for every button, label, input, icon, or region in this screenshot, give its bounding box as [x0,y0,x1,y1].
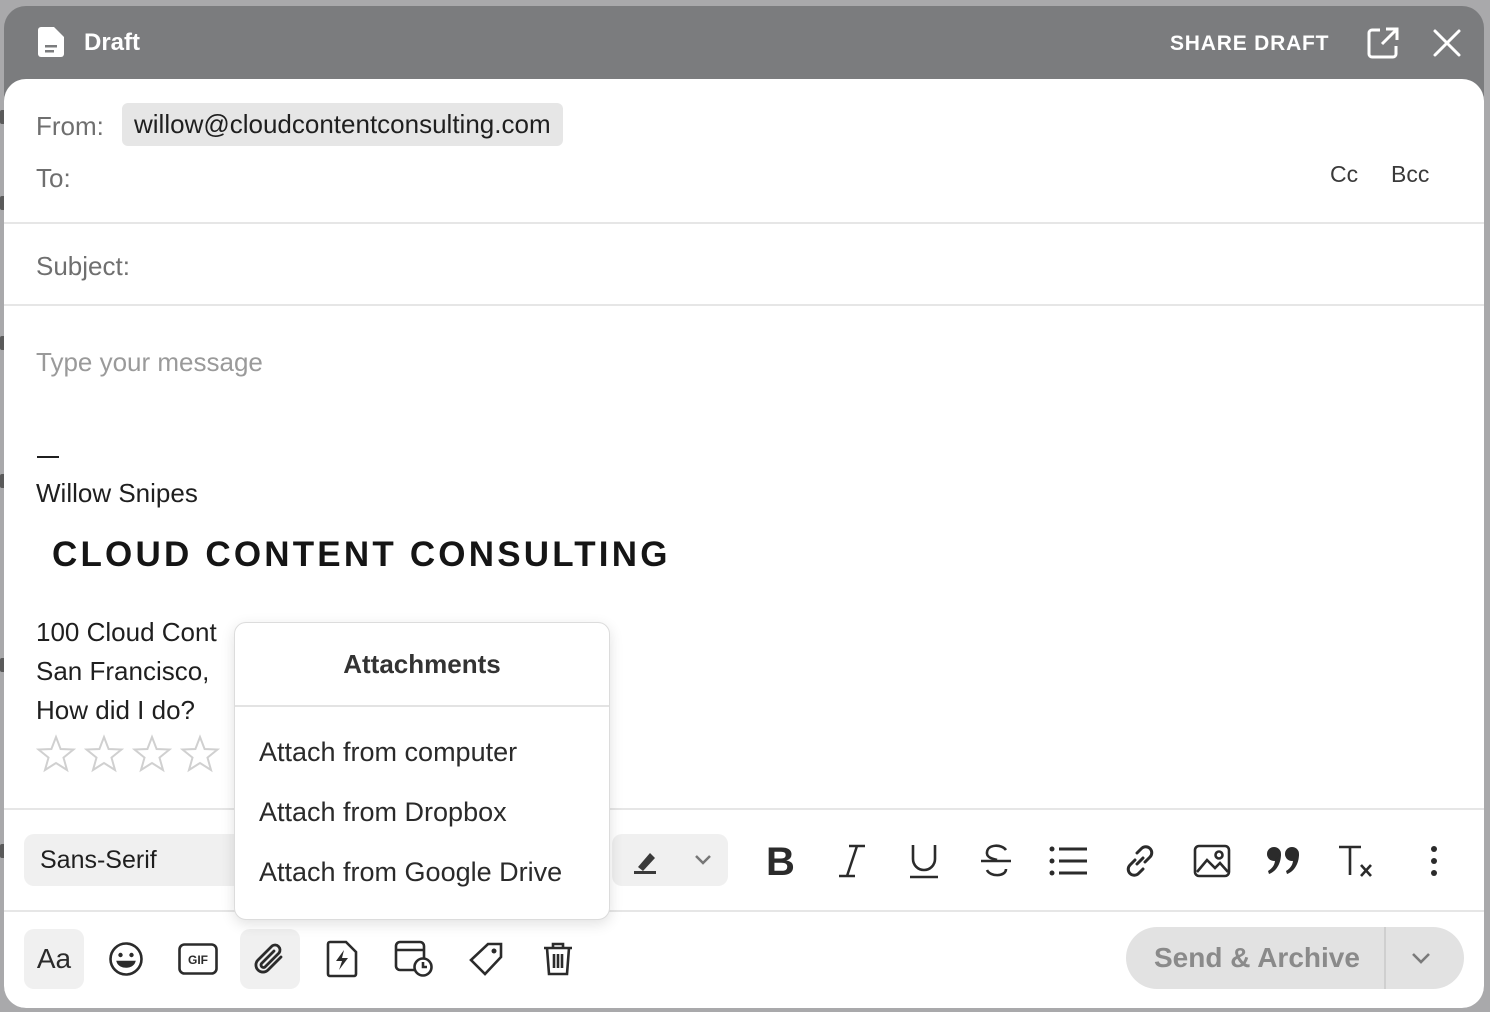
schedule-send-button[interactable] [384,929,444,989]
more-options-button[interactable] [1412,839,1456,883]
bold-button[interactable]: B [758,839,802,883]
subject-field[interactable] [154,245,1454,289]
calendar-clock-icon [394,940,433,977]
text-format-toggle[interactable]: Aa [24,929,84,989]
more-vertical-icon [1431,846,1437,876]
discard-draft-button[interactable] [528,929,588,989]
snippets-button[interactable] [312,929,372,989]
document-icon [38,27,64,57]
emoji-icon [109,942,143,976]
text-format-label: Aa [36,943,72,974]
underline-icon [910,845,938,879]
subject-label: Subject: [36,251,130,281]
bold-icon: B [766,843,795,879]
svg-text:B: B [766,843,795,879]
close-icon[interactable] [1432,28,1462,58]
lightning-document-icon [326,940,358,978]
star-icon[interactable] [36,734,76,774]
highlighter-icon [634,853,656,874]
compose-sheet: From: willow@cloudcontentconsulting.com … [4,79,1484,1008]
to-label: To: [36,163,71,193]
attach-from-dropbox[interactable]: Attach from Dropbox [259,797,507,828]
highlight-color-picker[interactable] [612,834,728,886]
signature-address-line2: San Francisco, [36,656,210,686]
message-body-placeholder[interactable]: Type your message [36,347,263,378]
rating-prompt: How did I do? [36,695,195,725]
chevron-down-icon [695,855,711,865]
italic-button[interactable] [830,839,874,883]
trash-icon [544,942,572,976]
menu-divider [235,705,609,707]
clear-formatting-icon [1339,845,1372,877]
window-title: Draft [84,29,141,56]
signature-name: Willow Snipes [36,478,198,508]
gif-button[interactable]: GIF [168,929,228,989]
image-icon [1193,844,1231,878]
link-icon [1126,845,1154,877]
gif-icon: GIF [178,943,218,975]
share-draft-button[interactable]: SHARE DRAFT [1170,32,1329,56]
send-divider [1384,927,1386,989]
send-archive-group: Send & Archive [1126,927,1464,989]
quote-button[interactable] [1262,839,1306,883]
signature-address-line1: 100 Cloud Cont [36,617,217,647]
title-bar: Draft SHARE DRAFT [4,6,1484,80]
font-family-value: Sans-Serif [40,846,157,874]
draft-window: Draft SHARE DRAFT From: willow@cloudcont… [4,6,1484,1008]
insert-link-button[interactable] [1118,839,1162,883]
cc-button[interactable]: Cc [1330,161,1358,188]
divider [4,304,1484,306]
attachments-menu: Attachments Attach from computer Attach … [234,622,610,920]
paperclip-icon [254,943,283,974]
divider [4,910,1484,912]
company-logo: CLOUD CONTENT CONSULTING [52,535,671,574]
label-tag-button[interactable] [456,929,516,989]
star-icon[interactable] [180,734,220,774]
from-label: From: [36,111,104,141]
emoji-button[interactable] [96,929,156,989]
strikethrough-button[interactable] [974,839,1018,883]
insert-image-button[interactable] [1190,839,1234,883]
star-icon[interactable] [84,734,124,774]
tag-icon [469,942,503,976]
to-field[interactable] [94,157,1314,201]
bullet-list-icon [1049,846,1087,876]
popout-icon[interactable] [1366,26,1400,60]
divider [4,808,1484,810]
rating-stars [36,734,220,774]
from-address-chip[interactable]: willow@cloudcontentconsulting.com [122,103,563,146]
star-icon[interactable] [132,734,172,774]
underline-button[interactable] [902,839,946,883]
svg-text:GIF: GIF [188,953,208,967]
quote-icon [1267,847,1299,874]
attach-from-google-drive[interactable]: Attach from Google Drive [259,857,562,888]
clear-formatting-button[interactable] [1334,839,1378,883]
attachments-menu-title: Attachments [343,649,501,679]
chevron-down-icon[interactable] [1408,946,1434,970]
bcc-button[interactable]: Bcc [1391,161,1429,188]
strikethrough-icon [981,844,1011,877]
attach-from-computer[interactable]: Attach from computer [259,737,517,768]
send-archive-button[interactable]: Send & Archive [1154,942,1360,974]
italic-icon [839,844,865,878]
divider [4,222,1484,224]
attach-button[interactable] [240,929,300,989]
signature-separator [37,456,59,458]
bullet-list-button[interactable] [1046,839,1090,883]
